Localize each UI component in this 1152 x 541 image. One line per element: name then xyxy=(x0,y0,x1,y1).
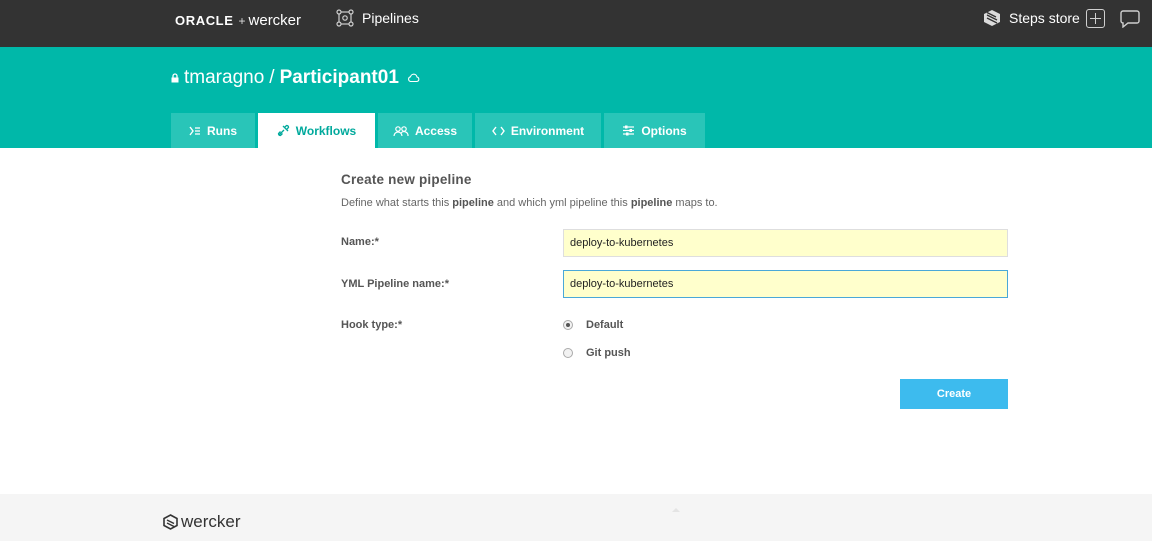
repository-separator: / xyxy=(269,67,275,88)
wercker-logo-icon xyxy=(163,514,178,530)
form-description-bold-1: pipeline xyxy=(452,197,494,209)
brand-oracle-text: ORACLE xyxy=(175,13,234,28)
runs-icon xyxy=(189,126,200,135)
hook-type-git-push-label: Git push xyxy=(586,347,631,359)
name-label: Name:* xyxy=(341,236,379,248)
form-description: Define what starts this pipeline and whi… xyxy=(341,197,1008,209)
sliders-icon xyxy=(623,125,635,136)
repository-tabs: Runs Workflows Access Environment Option… xyxy=(171,113,708,148)
tab-environment[interactable]: Environment xyxy=(475,113,601,148)
tab-runs-label: Runs xyxy=(207,123,237,138)
form-description-bold-2: pipeline xyxy=(630,197,673,209)
steps-store-link[interactable]: Steps store xyxy=(983,9,1080,27)
create-pipeline-form-header: Create new pipeline Define what starts t… xyxy=(341,172,1008,209)
chat-icon[interactable] xyxy=(1120,9,1140,28)
pipelines-icon xyxy=(336,9,354,27)
tab-options[interactable]: Options xyxy=(604,113,705,148)
brand-wercker-text: wercker xyxy=(248,12,302,29)
page-title: Create new pipeline xyxy=(341,172,472,187)
tab-options-label: Options xyxy=(641,123,687,138)
yml-pipeline-name-label: YML Pipeline name:* xyxy=(341,278,449,290)
footer-logo[interactable]: wercker xyxy=(163,512,241,532)
form-description-text-3: maps to. xyxy=(672,197,718,209)
tab-environment-label: Environment xyxy=(510,123,585,138)
tab-runs[interactable]: Runs xyxy=(171,113,255,148)
cloud-sync-icon[interactable] xyxy=(407,73,420,83)
hook-type-label: Hook type:* xyxy=(341,319,403,331)
brand-plus-text: + xyxy=(238,14,246,28)
footer: wercker xyxy=(0,494,1152,541)
tab-access[interactable]: Access xyxy=(378,113,472,148)
nav-pipelines-label: Pipelines xyxy=(362,10,419,26)
steps-store-icon xyxy=(984,10,1000,26)
name-input[interactable] xyxy=(563,229,1008,257)
hook-type-default-option[interactable]: Default xyxy=(563,319,623,331)
tab-workflows[interactable]: Workflows xyxy=(258,113,375,148)
form-description-text-1: Define what starts this xyxy=(341,197,453,209)
brand-logo[interactable]: ORACLE + wercker xyxy=(175,12,301,29)
form-description-text-2: and which yml pipeline this xyxy=(493,197,631,209)
workflows-icon xyxy=(277,124,289,137)
tab-access-label: Access xyxy=(414,123,458,138)
yml-pipeline-name-input[interactable] xyxy=(563,270,1008,298)
footer-logo-text: wercker xyxy=(181,512,241,531)
nav-pipelines-link[interactable]: Pipelines xyxy=(336,9,419,27)
access-icon xyxy=(393,125,409,136)
repository-header: tmaragno / Participant01 Runs Workflows … xyxy=(0,47,1152,148)
add-icon[interactable] xyxy=(1086,9,1105,28)
hook-type-default-label: Default xyxy=(586,319,624,331)
repository-name-link[interactable]: Participant01 xyxy=(280,67,399,89)
code-icon xyxy=(491,126,505,135)
scroll-to-top-icon[interactable] xyxy=(672,508,680,512)
hook-type-git-push-option[interactable]: Git push xyxy=(563,347,631,359)
hook-type-default-radio[interactable] xyxy=(563,320,573,330)
lock-icon xyxy=(171,73,179,83)
create-button[interactable]: Create xyxy=(900,379,1008,409)
top-navigation-bar: ORACLE + wercker Pipelines Steps store xyxy=(0,0,1152,47)
hook-type-git-push-radio[interactable] xyxy=(563,348,573,358)
tab-workflows-label: Workflows xyxy=(295,123,357,138)
repository-owner-link[interactable]: tmaragno xyxy=(184,67,264,89)
steps-store-label: Steps store xyxy=(1009,10,1080,26)
repository-title: tmaragno / Participant01 xyxy=(171,67,420,89)
